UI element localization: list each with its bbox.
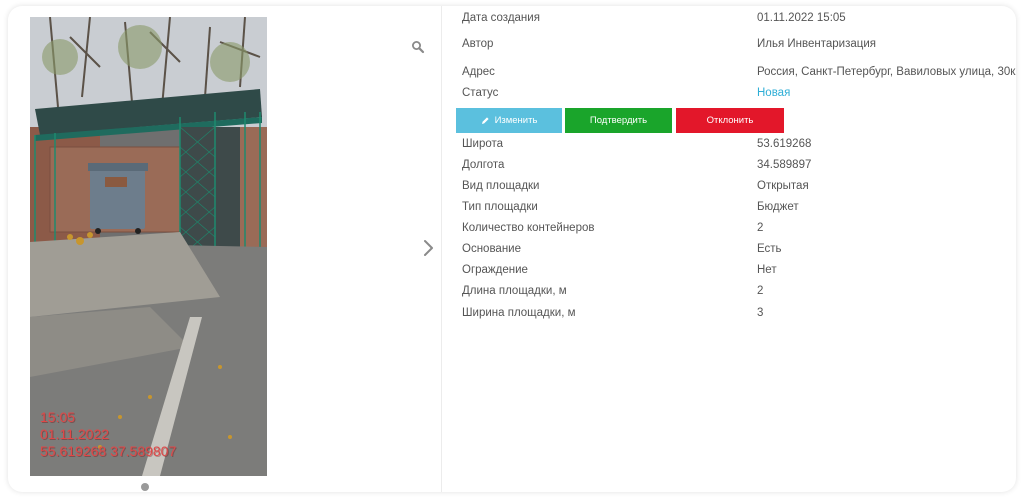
field-latitude: Широта 53.619268 xyxy=(8,134,1016,154)
field-label: Вид площадки xyxy=(462,180,540,192)
carousel-dot[interactable] xyxy=(141,483,149,491)
field-label: Основание xyxy=(462,243,521,255)
stamp-date: 01.11.2022 xyxy=(40,426,110,442)
stamp-coords: 55.619268 37.589807 xyxy=(40,443,177,459)
reject-button-label: Отклонить xyxy=(706,115,754,126)
confirm-button-label: Подтвердить xyxy=(589,115,648,126)
field-site-type: Тип площадки Бюджет xyxy=(8,197,1016,217)
stamp-time: 15:05 xyxy=(40,409,76,425)
field-value: 2 xyxy=(757,222,764,234)
field-value: Открытая xyxy=(757,180,809,192)
field-value: Есть xyxy=(757,243,782,255)
field-value: 34.589897 xyxy=(757,159,812,171)
field-label: Количество контейнеров xyxy=(462,222,595,234)
field-fence: Ограждение Нет xyxy=(8,260,1016,280)
field-label: Длина площадки, м xyxy=(462,285,567,297)
field-value: Бюджет xyxy=(757,201,799,213)
edit-button-label: Изменить xyxy=(494,115,538,126)
field-longitude: Долгота 34.589897 xyxy=(8,155,1016,175)
field-label: Дата создания xyxy=(462,12,540,24)
field-label: Ограждение xyxy=(462,264,528,276)
field-label: Широта xyxy=(462,138,504,150)
field-value: Нет xyxy=(757,264,777,276)
confirm-button[interactable]: Подтвердить xyxy=(565,108,672,133)
status-link[interactable]: Новая xyxy=(757,83,790,103)
field-label: Долгота xyxy=(462,159,505,171)
edit-button[interactable]: Изменить xyxy=(456,108,562,133)
field-address: Адрес Россия, Санкт-Петербург, Вавиловых… xyxy=(8,62,1016,82)
site-card: 15:05 01.11.2022 55.619268 37.589807 Дат… xyxy=(8,6,1016,492)
field-label: Адрес xyxy=(462,66,495,78)
field-container-count: Количество контейнеров 2 xyxy=(8,218,1016,238)
field-label: Статус xyxy=(462,87,499,99)
field-status: Статус Новая xyxy=(8,83,1016,103)
field-value: 53.619268 xyxy=(757,138,812,150)
field-value: Россия, Санкт-Петербург, Вавиловых улица… xyxy=(757,66,1016,78)
field-value: 01.11.2022 15:05 xyxy=(757,12,846,24)
field-site-kind: Вид площадки Открытая xyxy=(8,176,1016,196)
field-label: Ширина площадки, м xyxy=(462,307,576,319)
pencil-icon xyxy=(481,116,490,125)
field-site-length: Длина площадки, м 2 xyxy=(8,281,1016,301)
field-created: Дата создания 01.11.2022 15:05 xyxy=(8,8,1016,28)
field-label: Тип площадки xyxy=(462,201,538,213)
photo-stamp: 15:05 01.11.2022 55.619268 37.589807 xyxy=(40,409,176,460)
field-site-width: Ширина площадки, м 3 xyxy=(8,303,1016,323)
field-label: Автор xyxy=(462,38,494,50)
field-value: 2 xyxy=(757,285,764,297)
field-base: Основание Есть xyxy=(8,239,1016,259)
field-author: Автор Илья Инвентаризация xyxy=(8,34,1016,54)
field-value: Илья Инвентаризация xyxy=(757,38,876,50)
reject-button[interactable]: Отклонить xyxy=(676,108,784,133)
field-value: 3 xyxy=(757,307,764,319)
